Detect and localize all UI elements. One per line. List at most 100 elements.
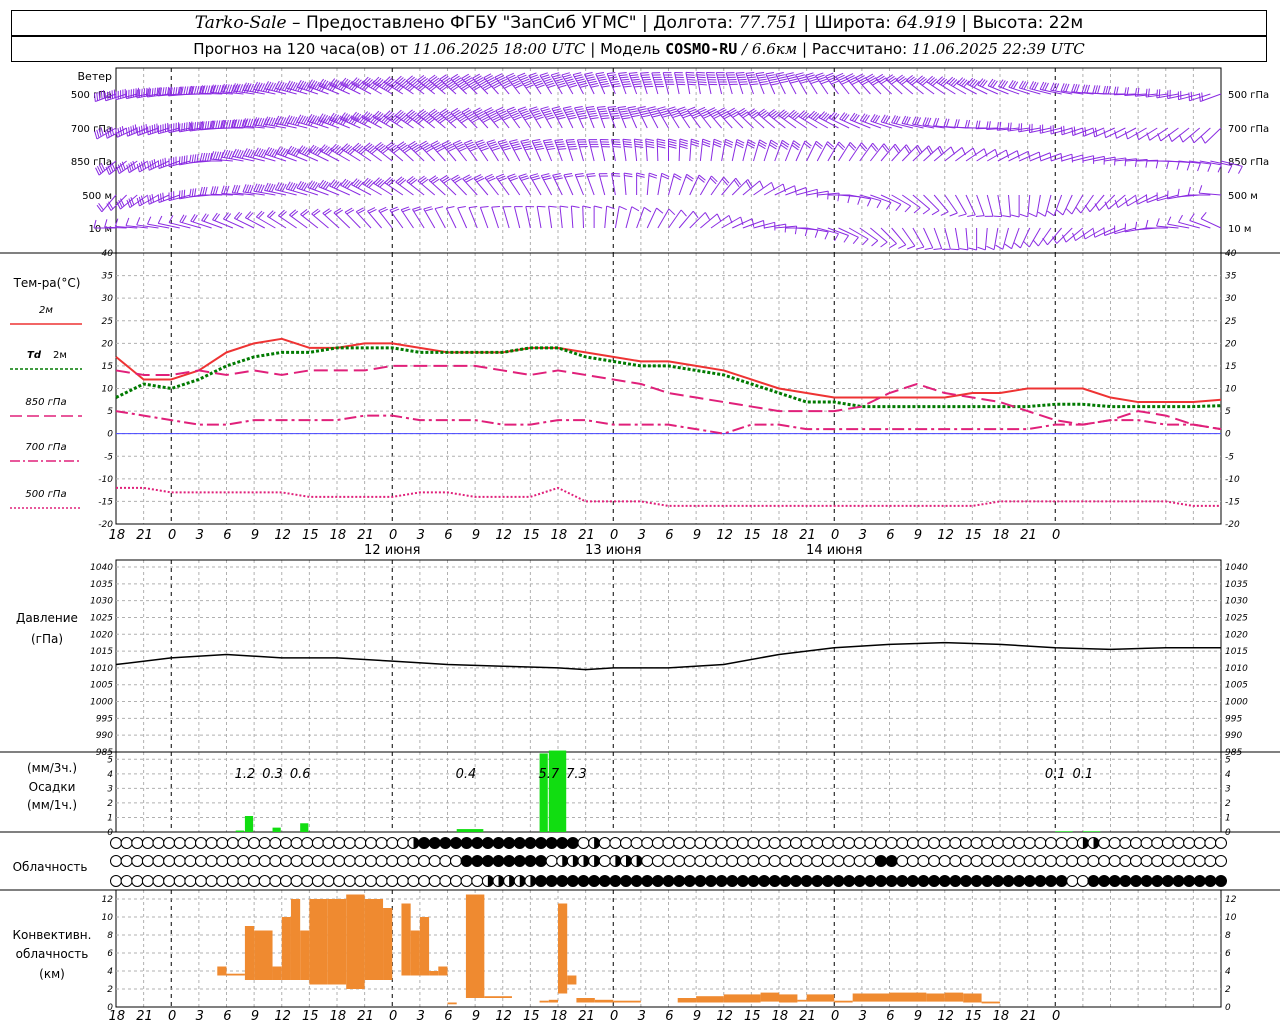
cloud-cover-symbol: [301, 855, 314, 867]
wind-barb-feather: [759, 180, 764, 189]
wind-barb-feather: [535, 147, 545, 151]
wind-barb-feather: [480, 205, 489, 208]
wind-barb-feather: [739, 81, 748, 83]
wind-barb-feather: [145, 123, 148, 133]
cloud-cover-symbol: [513, 875, 526, 887]
wind-barb-shaft: [645, 139, 648, 162]
wind-barb-feather: [1115, 86, 1119, 95]
wind-barb-feather: [931, 210, 940, 216]
wind-barb-feather: [852, 236, 859, 245]
wind-barb-feather: [1114, 130, 1118, 139]
cloud-circle: [726, 855, 739, 867]
cloud-cover-symbol: [1098, 875, 1111, 887]
cloud-cover-symbol: [1076, 837, 1089, 849]
cloud-cover-symbol: [1098, 837, 1111, 849]
wind-barb: [1023, 227, 1041, 248]
cloud-cover-symbol: [269, 855, 282, 867]
wind-barb-feather: [956, 77, 964, 85]
cloud-circle: [280, 855, 292, 867]
conv-tick-right: 0: [1225, 1003, 1231, 1013]
wind-barb-feather: [696, 74, 706, 76]
cloud-cover-symbol: [322, 837, 335, 849]
wind-barb: [705, 71, 718, 95]
cloud-cover-symbol: [768, 875, 781, 887]
wind-barb-feather: [697, 78, 707, 81]
wind-barb-feather: [1147, 88, 1150, 97]
precip-bar: [1082, 831, 1101, 832]
cloud-cover-symbol: [832, 855, 845, 867]
wind-barb-feather: [954, 119, 958, 128]
wind-barb: [1028, 194, 1041, 218]
wind-barb-feather: [657, 140, 666, 144]
wind-barb-feather: [786, 74, 795, 78]
cloud-circle: [715, 875, 728, 887]
precip-total-label: 0.6: [290, 767, 311, 782]
cloud-cover-symbol: [1066, 837, 1079, 849]
wind-barb-feather: [159, 159, 162, 168]
cloud-circle: [1172, 837, 1185, 849]
wind-barb-feather: [631, 78, 640, 81]
cloud-circle: [620, 875, 632, 887]
wind-barb-feather: [491, 147, 500, 152]
cloud-circle: [1183, 855, 1196, 867]
conv-tick-left: 10: [102, 913, 114, 923]
cloud-cover-symbol: [1055, 875, 1068, 887]
cloud-cover-symbol: [418, 837, 431, 849]
cloud-circle: [322, 875, 335, 887]
cloud-cover-symbol: [630, 875, 643, 887]
cloud-cover-symbol: [641, 875, 654, 887]
wind-barb-shaft: [548, 206, 553, 229]
wind-barb: [1008, 150, 1031, 162]
wind-barb-feather: [181, 156, 183, 165]
temp-title: Тем-ра(°С): [13, 276, 81, 290]
wind-barb-feather: [546, 147, 556, 151]
cloud-circle: [248, 855, 261, 867]
cloud-cover-symbol: [949, 837, 962, 849]
cloud-circle: [970, 875, 983, 887]
wind-barb: [986, 149, 1010, 162]
wind-barb: [1018, 151, 1042, 162]
wind-barb-feather: [814, 229, 819, 238]
wind-barb-feather: [524, 147, 534, 151]
wind-barb-feather: [949, 212, 958, 217]
cloud-circle: [311, 875, 324, 887]
wind-barb: [1103, 127, 1126, 139]
wind-barb: [849, 112, 871, 129]
precip-bar: [300, 823, 309, 832]
wind-barb-feather: [215, 186, 219, 195]
cloud-cover-symbol: [439, 837, 452, 849]
cloud-cover-symbol: [588, 875, 601, 887]
cloud-cover-symbol: [758, 855, 771, 867]
pressure-tick-right: 1005: [1225, 681, 1248, 691]
cloud-circle: [471, 875, 484, 887]
wind-barb-shaft: [639, 72, 648, 95]
cloud-cover-symbol: [1151, 837, 1164, 849]
cloud-circle: [1066, 875, 1079, 887]
wind-barb-shaft: [308, 150, 329, 162]
wind-barb-feather: [266, 210, 274, 217]
wind-barb-feather: [574, 105, 583, 109]
time-axis-label: 3: [196, 1009, 204, 1024]
wind-barb-feather: [798, 110, 805, 117]
precip-tick-left: 4: [107, 770, 113, 780]
wind-barb-feather: [922, 208, 931, 215]
cloud-circle: [163, 875, 176, 887]
wind-barb-feather: [554, 138, 563, 141]
cloud-cover-symbol: [396, 875, 409, 887]
cloud-cover-symbol: [471, 855, 484, 867]
cloud-circle: [758, 837, 771, 849]
cloud-cover-symbol: [535, 875, 547, 887]
wind-barb-feather: [768, 78, 777, 82]
wind-barb-feather: [143, 124, 146, 134]
wind-barb-feather: [191, 154, 194, 163]
wind-barb: [468, 205, 478, 229]
cloud-cover-symbol: [195, 837, 207, 849]
pressure-tick-left: 1030: [90, 597, 113, 607]
cloud-cover-symbol: [1108, 875, 1121, 887]
cloud-cover-symbol: [237, 837, 250, 849]
time-axis-label: 21: [136, 528, 153, 543]
cloud-circle: [1013, 855, 1026, 867]
wind-barb-feather: [797, 76, 807, 80]
wind-barb-feather: [398, 78, 406, 85]
wind-barb-feather: [775, 72, 784, 75]
